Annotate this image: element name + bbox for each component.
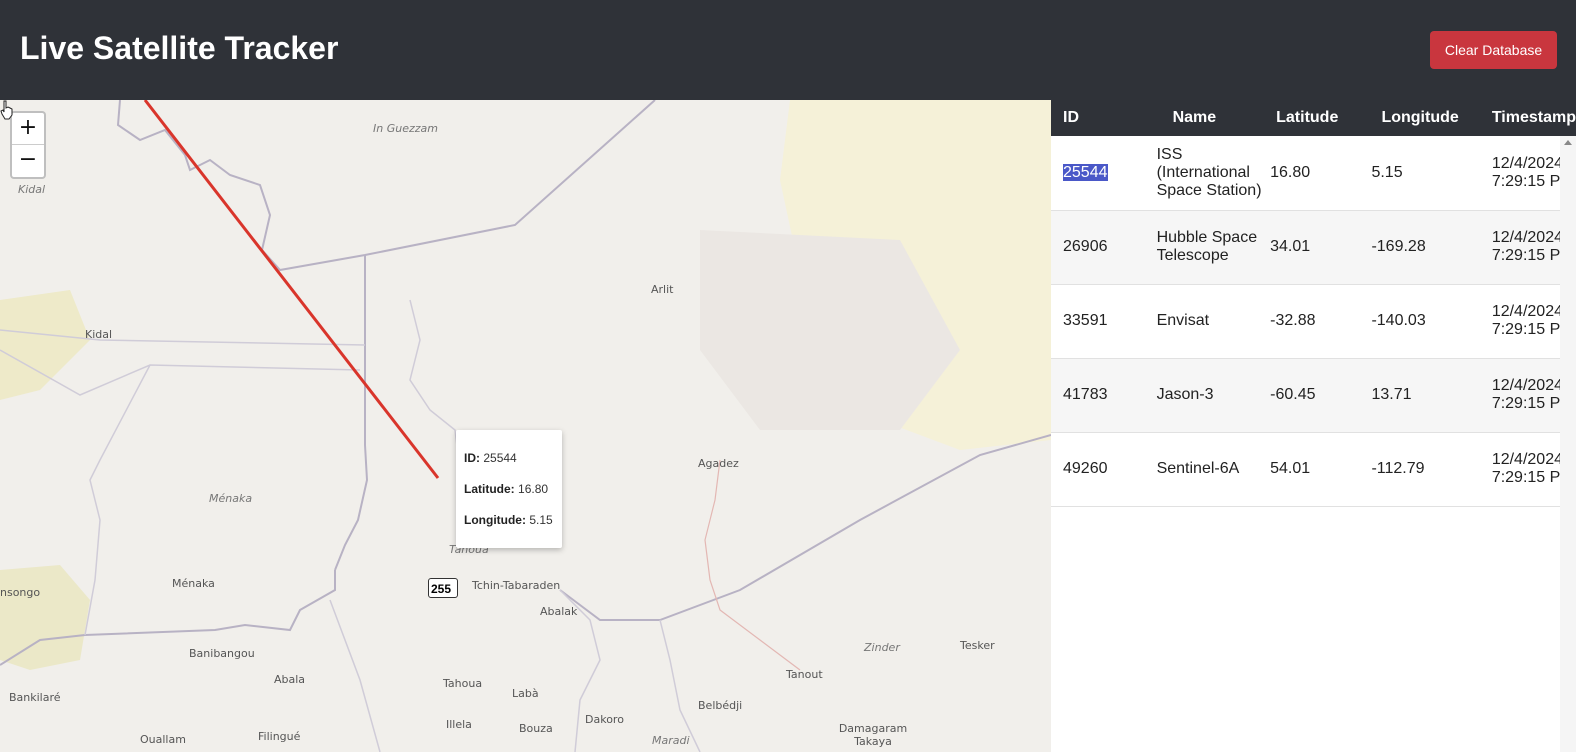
- selected-text: 25544: [1063, 163, 1108, 181]
- table-row[interactable]: 25544 ISS (International Space Station) …: [1051, 136, 1576, 211]
- road: [704, 459, 801, 671]
- cell-longitude: -140.03: [1371, 284, 1492, 359]
- place-label: Dakoro: [585, 713, 624, 726]
- place-label: Kidal: [85, 328, 113, 341]
- cell-id: 25544: [1051, 136, 1157, 211]
- cell-longitude: -112.79: [1371, 432, 1492, 507]
- cell-id: 33591: [1051, 284, 1157, 359]
- cell-longitude: 5.15: [1371, 136, 1492, 211]
- place-label: nsongo: [0, 586, 41, 599]
- place-label: Ouallam: [140, 733, 186, 746]
- satellite-table: ID Name Latitude Longitude Timestamp 255…: [1051, 100, 1576, 507]
- zoom-in-button[interactable]: +: [12, 113, 44, 145]
- cell-name: Envisat: [1156, 284, 1271, 359]
- place-label: Tahoua: [443, 677, 483, 690]
- place-label: Labà: [512, 687, 539, 700]
- place-label: Ménaka: [209, 492, 253, 505]
- place-label: Tanout: [786, 668, 823, 681]
- hand-cursor-icon: [0, 100, 13, 120]
- zoom-control: + −: [10, 111, 46, 179]
- place-label: Ménaka: [172, 577, 215, 590]
- desert-patch: [0, 565, 90, 670]
- clear-database-button[interactable]: Clear Database: [1430, 31, 1557, 69]
- cell-name: Jason-3: [1156, 358, 1271, 433]
- table-row[interactable]: 49260 Sentinel-6A 54.01 -112.79 12/4/202…: [1051, 432, 1576, 507]
- place-label: Zinder: [864, 641, 900, 654]
- column-header-timestamp[interactable]: Timestamp: [1491, 100, 1576, 136]
- place-label: Illela: [446, 718, 472, 731]
- satellite-table-panel: ID Name Latitude Longitude Timestamp 255…: [1051, 100, 1576, 752]
- table-row[interactable]: 41783 Jason-3 -60.45 13.71 12/4/2024, 7:…: [1051, 358, 1576, 433]
- place-label: Banibangou: [189, 647, 255, 660]
- place-label: Bouza: [519, 722, 553, 735]
- cell-latitude: -32.88: [1270, 284, 1372, 359]
- place-label: Belbédji: [698, 699, 743, 712]
- column-header-id[interactable]: ID: [1051, 100, 1157, 136]
- popup-latitude-row: Latitude: 16.80: [464, 482, 549, 496]
- table-row[interactable]: 33591 Envisat -32.88 -140.03 12/4/2024, …: [1051, 284, 1576, 359]
- map-view[interactable]: + − In Guezzam Kidal Kidal Arlit Agadez …: [0, 100, 1051, 752]
- scroll-up-arrow-icon[interactable]: [1564, 140, 1572, 145]
- place-label: Abala: [274, 673, 306, 686]
- place-label: Maradi: [652, 734, 690, 747]
- map-base: [0, 100, 1051, 752]
- region-borders: [0, 299, 701, 752]
- zoom-out-button[interactable]: −: [12, 145, 44, 176]
- cell-name: Sentinel-6A: [1156, 432, 1271, 507]
- cell-longitude: -169.28: [1371, 210, 1492, 285]
- column-header-longitude[interactable]: Longitude: [1371, 100, 1492, 136]
- place-label: Tesker: [960, 639, 995, 652]
- page-title: Live Satellite Tracker: [20, 30, 339, 66]
- place-label: Filingué: [258, 730, 301, 743]
- place-label: Agadez: [698, 457, 739, 470]
- cell-latitude: -60.45: [1270, 358, 1372, 433]
- cell-id: 26906: [1051, 210, 1157, 285]
- table-scrollbar[interactable]: [1560, 136, 1576, 752]
- place-label: Abalak: [540, 605, 578, 618]
- cell-latitude: 34.01: [1270, 210, 1372, 285]
- cell-latitude: 54.01: [1270, 432, 1372, 507]
- app-header: Live Satellite Tracker Clear Database: [0, 0, 1576, 100]
- satellite-popup: ID: 25544 Latitude: 16.80 Longitude: 5.1…: [456, 430, 562, 548]
- cell-longitude: 13.71: [1371, 358, 1492, 433]
- cell-id: 41783: [1051, 358, 1157, 433]
- satellite-marker-label[interactable]: 255: [428, 578, 458, 598]
- place-label: Tchin-Tabaraden: [472, 579, 561, 592]
- column-header-name[interactable]: Name: [1156, 100, 1271, 136]
- place-label: In Guezzam: [373, 122, 438, 135]
- place-label: Damagaram Takaya: [838, 722, 908, 748]
- place-label: Bankilaré: [9, 691, 61, 704]
- cell-name: ISS (International Space Station): [1156, 136, 1271, 211]
- desert-patch: [0, 290, 90, 400]
- popup-longitude-row: Longitude: 5.15: [464, 513, 553, 527]
- column-header-latitude[interactable]: Latitude: [1270, 100, 1372, 136]
- cell-id: 49260: [1051, 432, 1157, 507]
- table-row[interactable]: 26906 Hubble Space Telescope 34.01 -169.…: [1051, 210, 1576, 285]
- place-label: Arlit: [651, 283, 674, 296]
- iss-ground-track: [143, 100, 440, 479]
- popup-id-row: ID: 25544: [464, 451, 517, 465]
- cell-latitude: 16.80: [1270, 136, 1372, 211]
- place-label: Kidal: [18, 183, 46, 196]
- cell-name: Hubble Space Telescope: [1156, 210, 1271, 285]
